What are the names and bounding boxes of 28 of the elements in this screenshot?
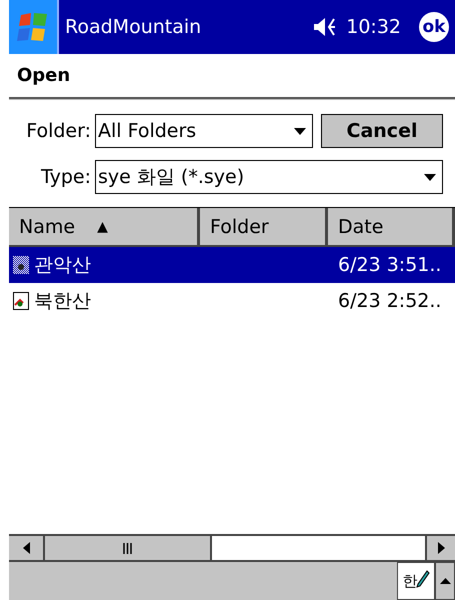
type-label: Type: [40,166,92,188]
caret-up-icon [440,578,450,584]
input-panel-toggle[interactable] [435,562,455,600]
file-name: 관악산 [34,253,91,278]
input-method-button[interactable]: 한 [397,562,435,600]
start-button[interactable] [9,0,59,54]
file-row[interactable]: 관악산 6/23 3:51.. [9,247,455,283]
file-date: 6/23 2:52.. [338,290,442,312]
scroll-left-icon[interactable] [22,542,30,554]
scroll-right-icon[interactable] [438,542,444,554]
type-dropdown[interactable]: sye 화일 (*.sye) [95,160,443,194]
file-icon [12,255,30,275]
dropdown-arrow-icon [424,174,436,180]
file-row[interactable]: 북한산 6/23 2:52.. [9,283,455,319]
dialog-title: Open [17,65,70,86]
folder-dropdown[interactable]: All Folders [95,114,313,148]
dropdown-arrow-icon [294,128,306,134]
grip-icon[interactable] [123,542,132,554]
app-title: RoadMountain [64,16,202,38]
horizontal-scrollbar[interactable] [9,534,455,562]
file-name: 북한산 [34,289,91,314]
file-date: 6/23 3:51.. [338,254,442,276]
file-icon [12,291,30,311]
clock-time[interactable]: 10:32 [346,16,401,38]
cancel-button[interactable]: Cancel [321,114,443,148]
folder-label: Folder: [25,120,92,142]
sort-indicator: ▲ [97,218,108,234]
ok-button[interactable]: ok [419,12,449,42]
